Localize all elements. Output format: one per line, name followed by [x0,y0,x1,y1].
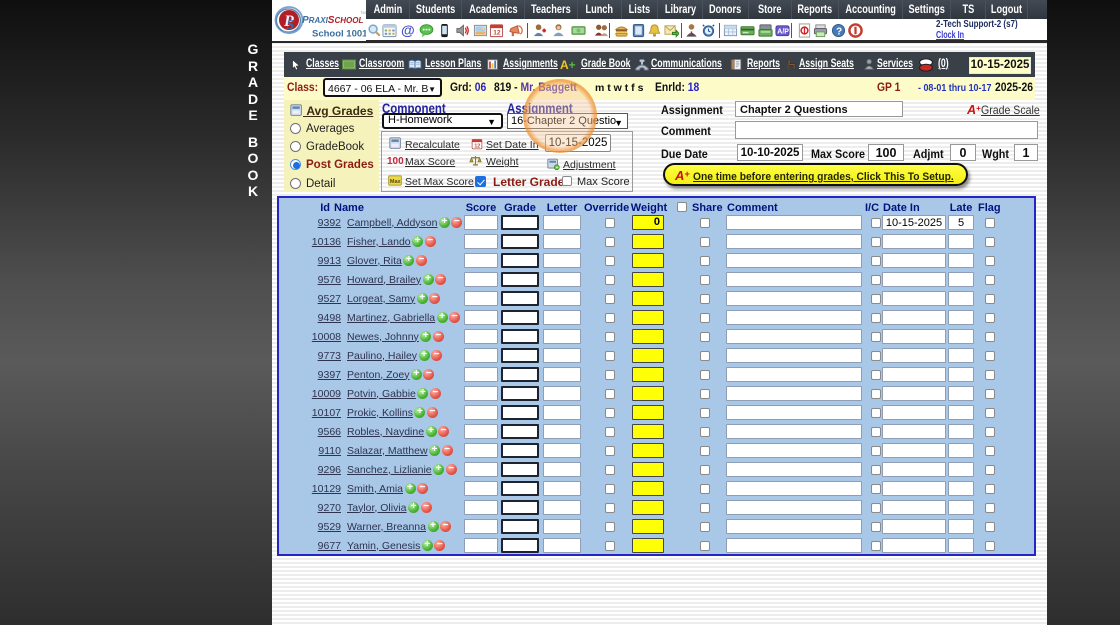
svg-text:@: @ [400,23,414,38]
svg-text:+: + [556,165,559,170]
svg-text:PRAXISCHOOL: PRAXISCHOOL [302,15,363,26]
svg-text:S: S [287,18,295,33]
svg-text:School 1001: School 1001 [312,29,366,40]
svg-text:A/P: A/P [777,28,789,35]
svg-text:12: 12 [474,143,480,149]
svg-text:TM: TM [360,10,366,15]
svg-text:Max: Max [390,179,402,185]
svg-text:?: ? [836,26,842,37]
svg-text:12: 12 [493,30,501,37]
